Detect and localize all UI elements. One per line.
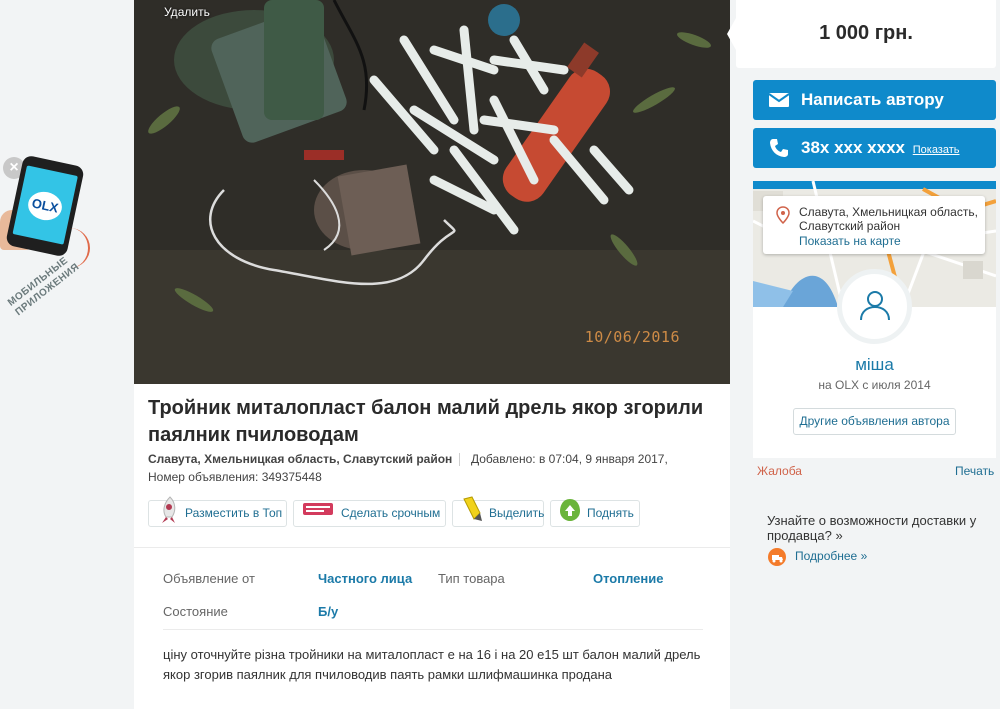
write-author-label: Написать автору xyxy=(801,90,944,109)
ad-title: Тройник миталопласт балон малий дрель як… xyxy=(148,397,704,446)
param-value-seller-type[interactable]: Частного лица xyxy=(318,571,412,586)
ad-number: Номер объявления: 349375448 xyxy=(148,470,322,484)
place-top-button[interactable]: Разместить в Топ xyxy=(148,496,287,527)
envelope-icon xyxy=(769,93,789,107)
delivery-truck-icon xyxy=(768,548,786,566)
bump-up-button[interactable]: Поднять xyxy=(550,499,640,527)
delivery-more-link[interactable]: Подробнее » xyxy=(767,548,868,566)
price: 1 000 грн. xyxy=(819,22,913,44)
param-key: Тип товара xyxy=(438,571,505,586)
params-divider xyxy=(163,629,703,630)
map-address: Славута, Хмельницкая область, Славутский… xyxy=(799,205,978,233)
highlight-button[interactable]: Выделить xyxy=(452,496,545,527)
bump-up-label: Поднять xyxy=(587,506,634,520)
phone-number: 38x xxx xxxx xyxy=(801,138,905,157)
ad-added-date: Добавлено: в 07:04, 9 января 2017, xyxy=(471,452,668,466)
print-link[interactable]: Печать xyxy=(955,464,994,478)
other-ads-button[interactable]: Другие объявления автора xyxy=(793,408,956,435)
place-top-label: Разместить в Топ xyxy=(185,506,283,520)
show-phone-link[interactable]: Показать xyxy=(913,144,960,156)
phone-handset-icon xyxy=(770,139,788,157)
seller-card: Славута, Хмельницкая область, Славутский… xyxy=(753,181,996,458)
map-location-popup: Славута, Хмельницкая область, Славутский… xyxy=(763,196,985,254)
seller-name[interactable]: міша xyxy=(753,355,996,375)
price-box: 1 000 грн. xyxy=(727,0,996,68)
delivery-info: Узнайте о возможности доставки у продавц… xyxy=(767,513,977,543)
section-divider xyxy=(134,547,730,548)
delivery-more-label: Подробнее » xyxy=(795,549,868,563)
ad-description: ціну оточнуйте різна тройники на миталоп… xyxy=(163,647,701,682)
rocket-icon xyxy=(162,496,176,523)
location-pin-icon xyxy=(776,206,790,224)
param-key: Объявление от xyxy=(163,571,255,586)
user-icon xyxy=(860,291,890,321)
complaint-link[interactable]: Жалоба xyxy=(757,464,802,478)
promo-label: мобильные приложения xyxy=(6,255,82,319)
param-value-product-type[interactable]: Отопление xyxy=(593,571,664,586)
avatar[interactable] xyxy=(837,269,912,344)
show-on-map-link[interactable]: Показать на карте xyxy=(799,234,901,248)
up-arrow-icon xyxy=(560,499,580,521)
write-author-button[interactable]: Написать автору xyxy=(753,80,996,120)
marker-icon xyxy=(463,496,482,521)
make-urgent-label: Сделать срочным xyxy=(341,506,441,520)
olx-logo: OLX xyxy=(25,188,65,224)
photo-date-stamp: 10/06/2016 xyxy=(584,328,680,346)
meta-separator xyxy=(459,453,460,466)
seller-since: на OLX с июля 2014 xyxy=(818,378,931,392)
urgent-tag-icon xyxy=(303,503,333,515)
ad-photo[interactable]: Удалить 10/06/2016 xyxy=(134,0,730,384)
photo-illustration xyxy=(134,0,730,384)
highlight-label: Выделить xyxy=(489,506,545,520)
phone-button[interactable]: 38x xxx xxxx Показать xyxy=(753,128,996,168)
delete-photo-link[interactable]: Удалить xyxy=(164,5,210,19)
mobile-apps-promo[interactable]: × OLX мобильные приложения xyxy=(0,150,100,330)
param-key: Состояние xyxy=(163,604,228,619)
make-urgent-button[interactable]: Сделать срочным xyxy=(293,500,446,527)
ad-location: Славута, Хмельницкая область, Славутский… xyxy=(148,452,453,466)
param-value-condition[interactable]: Б/у xyxy=(318,604,338,619)
ad-main: Удалить 10/06/2016 Тройник миталопласт б… xyxy=(134,0,730,709)
